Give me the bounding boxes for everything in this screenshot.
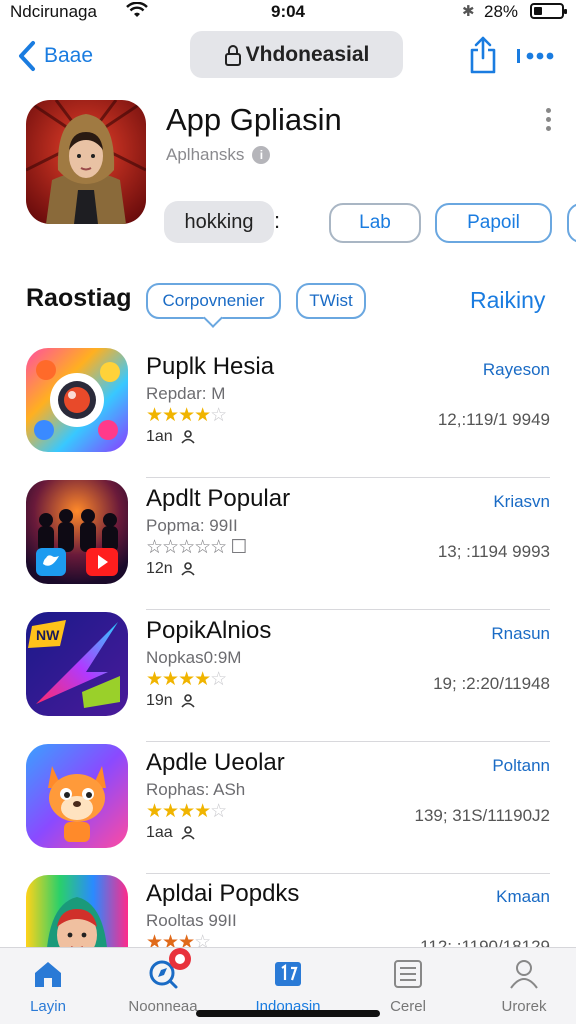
lock-icon bbox=[224, 44, 241, 66]
list-item[interactable]: Apdlt Popular Popma: 99II ☆☆☆☆☆ ☐ 12n Kr… bbox=[0, 480, 576, 612]
app-name: Puplk Hesia bbox=[146, 353, 275, 380]
hokking-button[interactable]: hokking bbox=[164, 201, 274, 243]
list-item[interactable]: Puplk Hesia Repdar: M ★★★★☆ 1an Rayeson … bbox=[0, 348, 576, 480]
app-extra-text: 19n bbox=[146, 692, 173, 709]
app-name: Apdlt Popular bbox=[146, 485, 291, 512]
app-count: 139; 31S/11190J2 bbox=[414, 806, 551, 825]
list-item[interactable]: NW PopikAlnios Nopkas0:9M ★★★★☆ 19n Rnas… bbox=[0, 612, 576, 744]
rating-stars: ☆☆☆☆☆ ☐ bbox=[146, 537, 247, 558]
hero-app-title: App Gpliasin bbox=[166, 102, 342, 137]
app-name: Apldai Popdks bbox=[146, 880, 300, 907]
app-extra-text: 1aa bbox=[146, 824, 173, 841]
person-icon bbox=[181, 694, 195, 708]
app-count: 13; :1194 9993 bbox=[437, 542, 550, 561]
rating-stars: ★★★★☆ bbox=[146, 405, 227, 426]
share-icon[interactable] bbox=[468, 36, 498, 74]
person-icon bbox=[510, 960, 538, 989]
app-icon: NW bbox=[26, 612, 128, 716]
camera-blob-image bbox=[26, 348, 128, 452]
section-link[interactable]: Raikiny bbox=[470, 287, 545, 314]
status-bar: Ndcirunaga 9:04 ✱ 28% bbox=[0, 0, 576, 24]
notification-badge bbox=[169, 948, 191, 970]
bluetooth-icon: ✱ bbox=[462, 3, 475, 20]
tab-label: Urorek bbox=[501, 998, 547, 1015]
back-button[interactable]: Baae bbox=[16, 38, 93, 74]
rating-stars: ★★★★☆ bbox=[146, 801, 227, 822]
lab-button[interactable]: Lab bbox=[329, 203, 421, 243]
app-meta: Repdar: M bbox=[146, 384, 226, 403]
app-meta: Popma: 99II bbox=[146, 516, 238, 535]
back-label: Baae bbox=[44, 44, 94, 67]
list-icon bbox=[394, 960, 422, 988]
tab-label: Layin bbox=[30, 998, 66, 1015]
app-meta: Rophas: ASh bbox=[146, 780, 246, 799]
colon-separator: : bbox=[274, 208, 281, 233]
filter-chip-b[interactable]: TWist bbox=[296, 283, 366, 319]
app-action-link[interactable]: Rayeson bbox=[483, 360, 550, 380]
divider bbox=[146, 609, 550, 610]
more-icon[interactable] bbox=[516, 46, 554, 66]
person-icon bbox=[181, 826, 195, 840]
app-extra: 12n bbox=[146, 560, 195, 578]
app-meta: Nopkas0:9M bbox=[146, 648, 242, 667]
nav-title-pill[interactable]: Vhdoneasial bbox=[190, 31, 403, 78]
list-item[interactable]: Apdle Ueolar Rophas: ASh ★★★★☆ 1aa Polta… bbox=[0, 744, 576, 876]
app-action-link[interactable]: Poltann bbox=[492, 756, 550, 776]
developer-name: Aplhansks bbox=[166, 145, 245, 164]
app-action-link[interactable]: Rnasun bbox=[491, 624, 550, 644]
section-title: Raostiag bbox=[26, 284, 132, 312]
hooded-figure-image bbox=[26, 100, 146, 224]
tab-urorek[interactable]: Urorek bbox=[476, 948, 572, 1024]
overflow-button[interactable] bbox=[567, 203, 576, 243]
fox-cartoon-image bbox=[26, 744, 128, 848]
apps-icon bbox=[275, 962, 301, 986]
popul-button[interactable]: Papoil bbox=[435, 203, 552, 243]
app-name: Apdle Ueolar bbox=[146, 749, 285, 776]
app-icon bbox=[26, 348, 128, 452]
home-indicator[interactable] bbox=[196, 1010, 380, 1017]
crowd-social-image bbox=[26, 480, 128, 584]
app-count: 19; :2:20/11948 bbox=[433, 674, 550, 693]
home-icon bbox=[35, 962, 61, 987]
app-name: PopikAlnios bbox=[146, 617, 272, 644]
filter-chip-a[interactable]: Corpovnenier bbox=[146, 283, 281, 319]
app-icon bbox=[26, 480, 128, 584]
battery-percent: 28% bbox=[484, 2, 519, 21]
app-extra-text: 1an bbox=[146, 428, 173, 445]
rating-stars: ★★★★☆ bbox=[146, 669, 227, 690]
battery-icon bbox=[530, 3, 567, 19]
person-icon bbox=[181, 562, 195, 576]
app-action-link[interactable]: Kriasvn bbox=[493, 492, 550, 512]
nav-title: Vhdoneasial bbox=[245, 42, 370, 66]
divider bbox=[146, 477, 550, 478]
arrow-burst-image: NW bbox=[26, 612, 128, 716]
hero-app-icon[interactable] bbox=[26, 100, 146, 224]
chevron-left-icon bbox=[19, 41, 35, 71]
app-extra: 19n bbox=[146, 692, 195, 710]
app-icon bbox=[26, 744, 128, 848]
app-extra: 1an bbox=[146, 428, 195, 446]
icon-text: NW bbox=[36, 627, 60, 643]
app-meta: Rooltas 99II bbox=[146, 911, 237, 930]
app-action-link[interactable]: Kmaan bbox=[496, 887, 550, 907]
app-extra: 1aa bbox=[146, 824, 195, 842]
app-extra-text: 12n bbox=[146, 560, 173, 577]
hero-app-subtitle: Aplhansks i bbox=[166, 145, 271, 165]
divider bbox=[146, 873, 550, 874]
person-icon bbox=[181, 430, 195, 444]
vertical-more-icon[interactable] bbox=[543, 108, 553, 136]
tab-layin[interactable]: Layin bbox=[0, 948, 96, 1024]
app-count: 12,:119/1 9949 bbox=[437, 410, 550, 429]
divider bbox=[146, 741, 550, 742]
info-icon[interactable]: i bbox=[252, 146, 271, 164]
